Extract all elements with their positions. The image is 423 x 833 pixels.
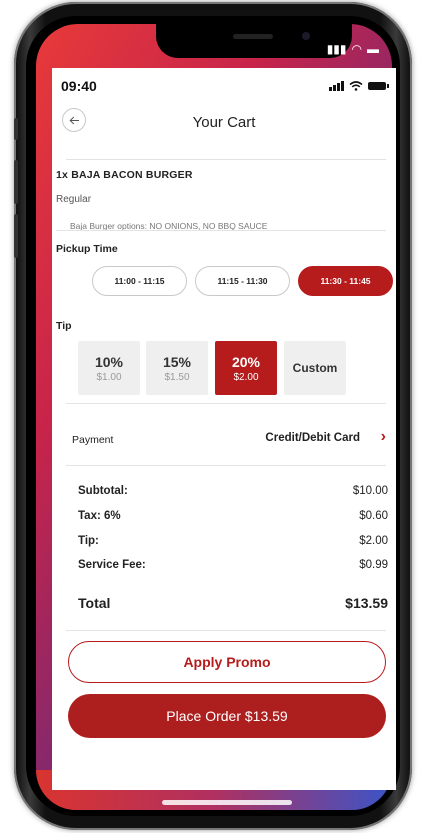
pickup-slot-2[interactable]: 11:15 - 11:30	[195, 266, 290, 296]
device-status-icons: ▮▮▮ ◠ ▬	[327, 42, 379, 56]
divider	[56, 230, 386, 231]
volume-down-button	[14, 214, 18, 258]
pickup-time-label: Pickup Time	[56, 243, 118, 255]
summary-value: $0.99	[359, 559, 388, 571]
divider	[66, 403, 386, 404]
summary-value: $10.00	[352, 485, 388, 497]
summary-row-service-fee: Service Fee: $0.99	[78, 559, 388, 571]
page-title: Your Cart	[192, 114, 256, 131]
summary-label: Tax: 6%	[78, 510, 121, 522]
pickup-slot-3[interactable]: 11:30 - 11:45	[298, 266, 393, 296]
pickup-slot-1[interactable]: 11:00 - 11:15	[92, 266, 187, 296]
divider	[66, 159, 386, 160]
apply-promo-button[interactable]: Apply Promo	[68, 641, 386, 683]
summary-row-tax: Tax: 6% $0.60	[78, 510, 388, 522]
chevron-right-icon[interactable]: ›	[381, 428, 386, 446]
home-indicator[interactable]	[162, 800, 292, 805]
divider	[66, 630, 386, 631]
tip-percent: 20%	[231, 353, 261, 370]
speaker	[233, 34, 273, 39]
cart-item-name: 1x BAJA BACON BURGER	[56, 169, 193, 181]
payment-method[interactable]: Credit/Debit Card	[265, 432, 360, 444]
place-order-button[interactable]: Place Order $13.59	[68, 694, 386, 738]
tip-option-15[interactable]: 15% $1.50	[146, 341, 208, 395]
wifi-icon: ◠	[351, 42, 362, 56]
camera	[302, 32, 310, 40]
tip-option-10[interactable]: 10% $1.00	[78, 341, 140, 395]
side-button	[14, 118, 18, 140]
signal-icon	[329, 81, 344, 91]
summary-label: Service Fee:	[78, 559, 146, 571]
payment-label: Payment	[72, 434, 114, 446]
status-icons	[329, 81, 389, 91]
wifi-icon	[349, 81, 363, 91]
tip-percent: 15%	[162, 353, 192, 370]
tip-custom-label: Custom	[292, 361, 338, 375]
summary-value: $2.00	[359, 535, 388, 547]
battery-icon	[368, 82, 389, 90]
notch	[156, 24, 352, 58]
tip-label: Tip	[56, 320, 72, 332]
summary-row-tip: Tip: $2.00	[78, 535, 388, 547]
summary-value: $0.60	[359, 510, 388, 522]
summary-row-subtotal: Subtotal: $10.00	[78, 485, 388, 497]
total-label: Total	[78, 595, 111, 611]
cart-screen: 09:40 Your Cart 1x BAJA BACON BURGER Reg…	[52, 68, 396, 790]
tip-option-custom[interactable]: Custom	[284, 341, 346, 395]
tip-percent: 10%	[94, 353, 124, 370]
summary-label: Tip:	[78, 535, 99, 547]
tip-amount: $1.50	[164, 371, 190, 383]
cart-item-size: Regular	[56, 194, 92, 205]
battery-icon: ▬	[367, 42, 379, 56]
volume-up-button	[14, 160, 18, 204]
status-bar: 09:40	[61, 76, 389, 96]
status-time: 09:40	[61, 78, 97, 94]
summary-label: Subtotal:	[78, 485, 128, 497]
summary-row-total: Total $13.59	[78, 595, 388, 611]
tip-amount: $1.00	[96, 371, 122, 383]
tip-amount: $2.00	[233, 371, 259, 383]
divider	[66, 465, 386, 466]
total-value: $13.59	[345, 595, 388, 611]
signal-icon: ▮▮▮	[326, 42, 347, 56]
tip-option-20[interactable]: 20% $2.00	[215, 341, 277, 395]
